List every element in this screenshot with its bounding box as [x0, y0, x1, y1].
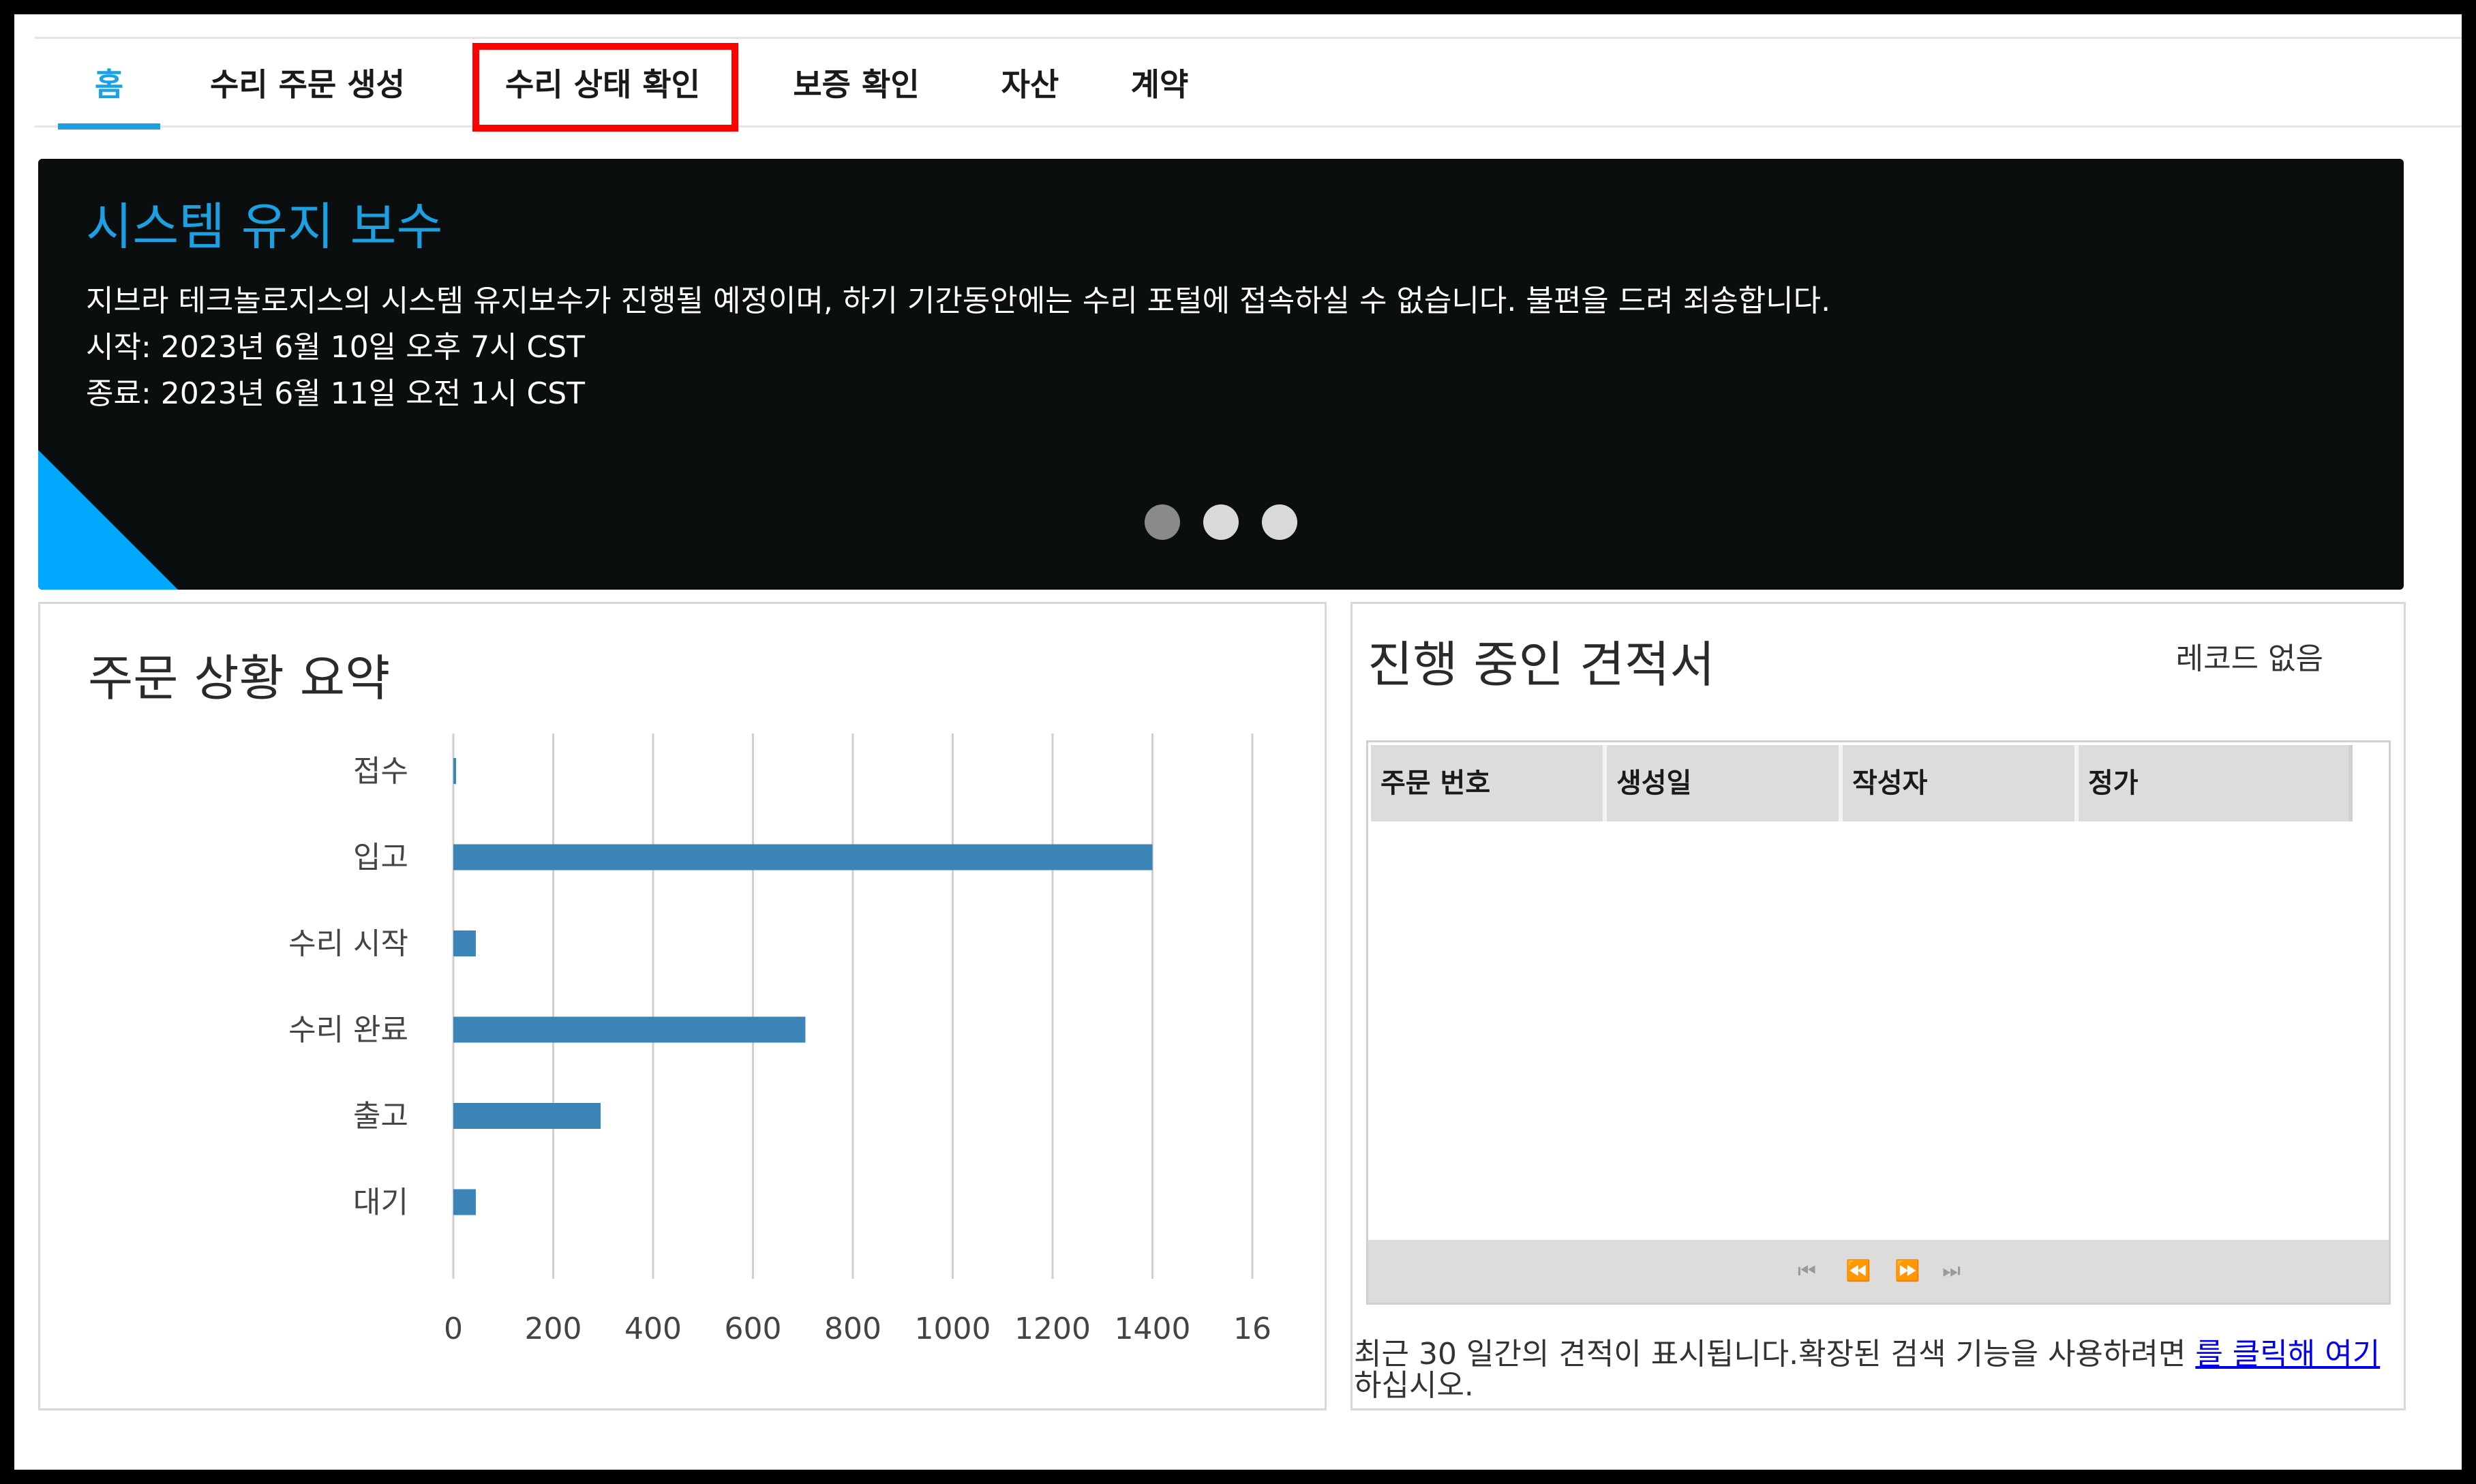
- grid-pager: ⏮ ⏪ ⏩ ⏭: [1368, 1240, 2389, 1303]
- column-header-created-date[interactable]: 생성일: [1607, 745, 1843, 821]
- previous-page-icon[interactable]: ⏪: [1845, 1259, 1871, 1283]
- next-page-icon[interactable]: ⏩: [1894, 1259, 1920, 1283]
- y-category-label: 대기: [353, 1185, 408, 1220]
- carousel-dot-2[interactable]: [1203, 504, 1239, 540]
- y-category-label: 접수: [353, 754, 408, 789]
- no-records-label: 레코드 없음: [2175, 641, 2323, 676]
- quotes-title: 진행 중인 견적서: [1368, 636, 1715, 693]
- grid-header: 주문 번호 생성일 작성자 정가: [1371, 745, 2353, 821]
- bar: [453, 758, 456, 784]
- bar: [453, 1189, 476, 1215]
- tab-assets[interactable]: 자산: [982, 42, 1078, 127]
- banner-corner-decoration: [38, 450, 178, 590]
- top-divider: [35, 37, 2462, 39]
- x-tick-label: 800: [824, 1312, 881, 1346]
- x-tick-label: 200: [525, 1312, 582, 1346]
- y-category-label: 출고: [353, 1099, 408, 1134]
- quotes-grid: 주문 번호 생성일 작성자 정가 ⏮ ⏪ ⏩ ⏭: [1366, 740, 2391, 1305]
- tab-contracts[interactable]: 계약: [1112, 42, 1207, 127]
- quotes-note: 최근 30 일간의 견적이 표시됩니다.확장된 검색 기능을 사용하려면 를 클…: [1354, 1339, 2404, 1402]
- x-tick-label: 1200: [1014, 1312, 1091, 1346]
- bar: [453, 930, 476, 956]
- x-tick-label: 1400: [1115, 1312, 1191, 1346]
- order-status-chart: 0 200 400 600 800 1000 1200 1400 16 접수입고수리 시작수리 완…: [288, 733, 1271, 1346]
- tab-home[interactable]: 홈: [58, 42, 160, 130]
- y-category-label: 수리 완료: [288, 1013, 408, 1048]
- banner-start-time: 시작: 2023년 6월 10일 오후 7시 CST: [86, 330, 586, 365]
- bar: [453, 1103, 601, 1129]
- last-page-icon[interactable]: ⏭: [1942, 1259, 1961, 1283]
- column-header-list-price[interactable]: 정가: [2079, 745, 2353, 821]
- x-tick-label: 400: [624, 1312, 682, 1346]
- column-header-author[interactable]: 작성자: [1843, 745, 2079, 821]
- banner-end-time: 종료: 2023년 6월 11일 오전 1시 CST: [86, 376, 586, 411]
- app-frame: 홈 수리 주문 생성 수리 상태 확인 보증 확인 자산 계약 시스템 유지 보…: [14, 14, 2462, 1470]
- column-header-order-number[interactable]: 주문 번호: [1371, 745, 1607, 821]
- x-tick-label: 16: [1233, 1312, 1271, 1346]
- x-tick-label: 1000: [915, 1312, 991, 1346]
- y-category-label: 수리 시작: [288, 926, 408, 961]
- banner-title: 시스템 유지 보수: [86, 198, 443, 256]
- order-status-summary-panel: 주문 상황 요약 0 200 400 600 800 1000 1200 1400 16 접수 입고…: [38, 602, 1327, 1410]
- bar: [453, 844, 1153, 870]
- x-tick-label: 0: [444, 1312, 463, 1346]
- bar: [453, 1016, 806, 1043]
- extended-search-link[interactable]: 를 클릭해 여기: [2195, 1337, 2380, 1372]
- first-page-icon[interactable]: ⏮: [1798, 1259, 1816, 1283]
- tab-create-repair-order[interactable]: 수리 주문 생성: [192, 42, 423, 127]
- quotes-note-suffix: 하십시오.: [1354, 1368, 1474, 1403]
- x-tick-label: 600: [725, 1312, 782, 1346]
- quotes-note-text: 최근 30 일간의 견적이 표시됩니다.확장된 검색 기능을 사용하려면: [1354, 1337, 2196, 1372]
- carousel-dot-1[interactable]: [1145, 504, 1180, 540]
- main-tabs: 홈 수리 주문 생성 수리 상태 확인 보증 확인 자산 계약: [35, 42, 2462, 132]
- tab-warranty-check[interactable]: 보증 확인: [764, 42, 948, 127]
- carousel-dot-3[interactable]: [1262, 504, 1297, 540]
- banner-message: 지브라 테크놀로지스의 시스템 유지보수가 진행될 예정이며, 하기 기간동안에…: [86, 284, 1831, 318]
- y-category-label: 입고: [353, 841, 408, 875]
- tab-repair-status[interactable]: 수리 상태 확인: [478, 42, 727, 127]
- open-quotes-panel: 진행 중인 견적서 레코드 없음 주문 번호 생성일 작성자 정가 ⏮ ⏪ ⏩ …: [1350, 602, 2406, 1410]
- maintenance-banner: 시스템 유지 보수 지브라 테크놀로지스의 시스템 유지보수가 진행될 예정이며…: [38, 159, 2404, 590]
